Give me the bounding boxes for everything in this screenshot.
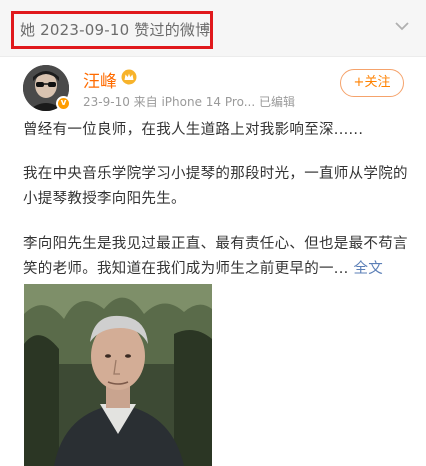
username[interactable]: 汪峰 [83, 67, 117, 92]
verified-v-icon: v [56, 96, 71, 111]
post-photo[interactable] [24, 284, 212, 466]
post-paragraph-3-text: 李向阳先生是我见过最正直、最有责任心、但也是最不苟言笑的老师。我知道在我们成为师… [23, 236, 408, 277]
liked-header-text: 她 2023-09-10 赞过的微博 [20, 21, 211, 39]
post-paragraph-3: 李向阳先生是我见过最正直、最有责任心、但也是最不苟言笑的老师。我知道在我们成为师… [23, 232, 408, 282]
follow-button[interactable]: +关注 [340, 69, 404, 97]
post-meta: 23-9-10 来自 iPhone 14 Pro... 已编辑 [83, 95, 295, 109]
member-crown-icon [121, 69, 137, 85]
post-paragraph-2: 我在中央音乐学院学习小提琴的那段时光，一直师从学院的小提琴教授李向阳先生。 [23, 166, 408, 207]
chevron-down-icon[interactable] [394, 20, 410, 32]
post-paragraph-1: 曾经有一位良师，在我人生道路上对我影响至深...... [23, 122, 364, 138]
liked-header-bar: 她 2023-09-10 赞过的微博 [0, 0, 426, 57]
full-text-link[interactable]: 全文 [353, 261, 383, 277]
